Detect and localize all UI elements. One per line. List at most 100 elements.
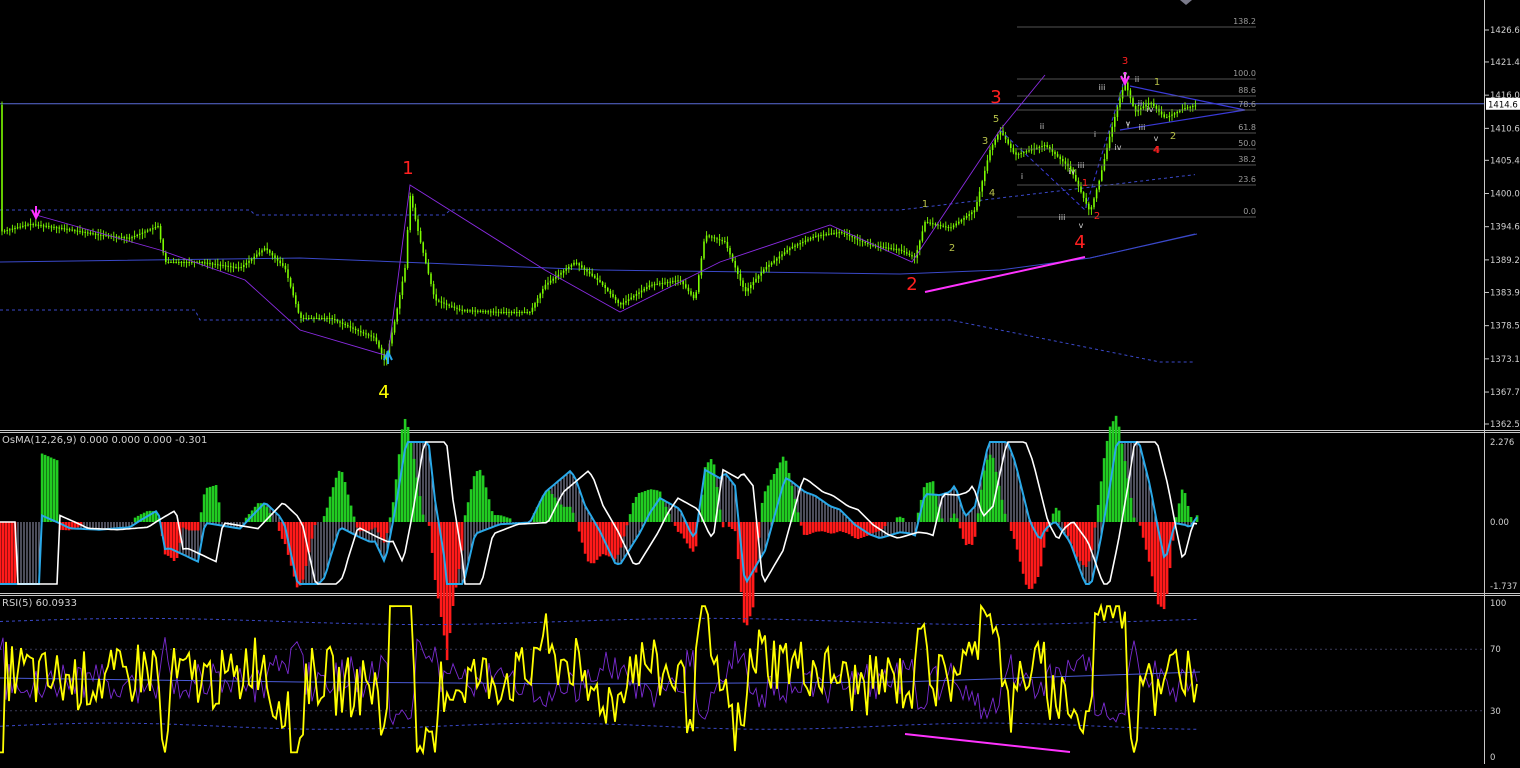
- candle-body: [596, 277, 599, 280]
- osma-bar: [640, 492, 644, 522]
- candle-body: [1059, 156, 1061, 159]
- fib-label: 138.2: [1233, 17, 1256, 26]
- candle-body: [653, 284, 656, 286]
- candle-body: [87, 232, 89, 234]
- rsi-pane[interactable]: 100 70 30 0: [0, 599, 1506, 763]
- osma-bar: [1090, 522, 1094, 551]
- osma-bar: [385, 522, 389, 534]
- osma-bar: [901, 517, 905, 522]
- osma-bar: [433, 522, 437, 580]
- candle-body: [705, 235, 708, 242]
- candle-body: [360, 331, 362, 333]
- osma-bar: [352, 516, 356, 522]
- osma-bar: [463, 515, 467, 522]
- chart-canvas[interactable]: 138.2 100.0 88.6 78.6 61.8 50.0 38.2 23.6 0.0 4 1 2…: [0, 0, 1520, 764]
- osma-bar: [40, 453, 44, 522]
- osma-bar: [1051, 513, 1055, 522]
- osma-bar: [655, 490, 659, 522]
- candle-body: [591, 273, 593, 276]
- candle-body: [380, 347, 383, 354]
- candle-body: [219, 264, 222, 266]
- candle-body: [165, 252, 167, 262]
- osma-bar: [442, 522, 446, 636]
- axis-tick-label: 1367.7: [1490, 388, 1520, 398]
- candle-body: [1007, 139, 1009, 144]
- price-pane[interactable]: 138.2 100.0 88.6 78.6 61.8 50.0 38.2 23.6 0.0 4 1 2…: [0, 0, 1484, 403]
- candle-body: [118, 236, 120, 238]
- candle-body: [711, 236, 713, 238]
- osma-bar: [46, 456, 50, 522]
- candle-body: [175, 262, 177, 263]
- candle-body: [404, 268, 406, 282]
- candle-body: [305, 318, 307, 319]
- candle-body: [97, 234, 99, 236]
- candle-body: [557, 274, 560, 277]
- candle-body: [776, 258, 778, 261]
- candle-body: [594, 275, 596, 278]
- candle-body: [802, 241, 804, 244]
- candle-body: [796, 244, 799, 246]
- osma-bar: [181, 522, 185, 528]
- candle-body: [882, 246, 885, 248]
- wave-label-minor: ii: [1135, 75, 1139, 84]
- osma-bar: [730, 522, 734, 529]
- candle-body: [373, 336, 375, 338]
- candle-body: [562, 270, 565, 273]
- wave-label-major: 4: [1074, 232, 1085, 253]
- candle-body: [167, 262, 170, 263]
- candle-body: [310, 318, 313, 319]
- osma-bar: [712, 464, 716, 522]
- osma-bar: [277, 522, 281, 531]
- candle-body: [682, 280, 684, 285]
- osma-pane[interactable]: 2.276 0.00 -1.737: [0, 415, 1517, 661]
- candle-body: [942, 225, 944, 227]
- osma-bar: [55, 460, 59, 522]
- candle-body: [253, 256, 255, 259]
- candle-body: [939, 225, 942, 227]
- osma-bar: [1078, 522, 1082, 561]
- candle-body: [201, 262, 203, 263]
- candle-body: [461, 309, 463, 311]
- candle-body: [609, 290, 612, 294]
- divergence-line: [924, 256, 1086, 293]
- osma-bar: [829, 522, 833, 534]
- osma-bar: [820, 522, 824, 532]
- fib-label: 0.0: [1243, 207, 1256, 216]
- candle-body: [334, 319, 336, 321]
- candle-body: [308, 318, 310, 319]
- candle-body: [768, 264, 770, 267]
- rsi-ma-line: [0, 671, 1201, 685]
- candle-body: [685, 284, 687, 288]
- osma-bar: [148, 510, 152, 522]
- candle-body: [29, 224, 32, 226]
- candle-body: [952, 225, 955, 228]
- wave-label-minor: 2: [949, 243, 955, 254]
- candle-body: [822, 234, 825, 236]
- candle-body: [276, 258, 279, 261]
- osma-bar: [49, 457, 53, 522]
- candle-body: [1155, 106, 1158, 109]
- osma-bar: [733, 522, 737, 532]
- candle-body: [742, 280, 744, 287]
- candle-body: [521, 312, 523, 313]
- candle-body: [640, 290, 643, 293]
- candle-body: [981, 181, 983, 192]
- candle-body: [211, 263, 214, 265]
- candle-body: [578, 263, 580, 266]
- candle-body: [297, 304, 300, 313]
- candle-body: [339, 321, 341, 323]
- candle-body: [128, 237, 131, 239]
- axis-tick-label: 1378.5: [1490, 322, 1520, 332]
- osma-bar: [1162, 522, 1166, 610]
- candle-body: [1056, 154, 1059, 157]
- osma-bar: [1, 522, 5, 584]
- osma-bar: [1183, 493, 1187, 522]
- wave-label-minor: 5: [993, 114, 999, 125]
- candle-body: [536, 298, 539, 303]
- candle-body: [222, 265, 224, 267]
- candle-body: [227, 265, 229, 267]
- osma-bar: [784, 460, 788, 522]
- osma-bar: [475, 471, 479, 522]
- osma-bar: [835, 522, 839, 533]
- osma-bar: [895, 517, 899, 522]
